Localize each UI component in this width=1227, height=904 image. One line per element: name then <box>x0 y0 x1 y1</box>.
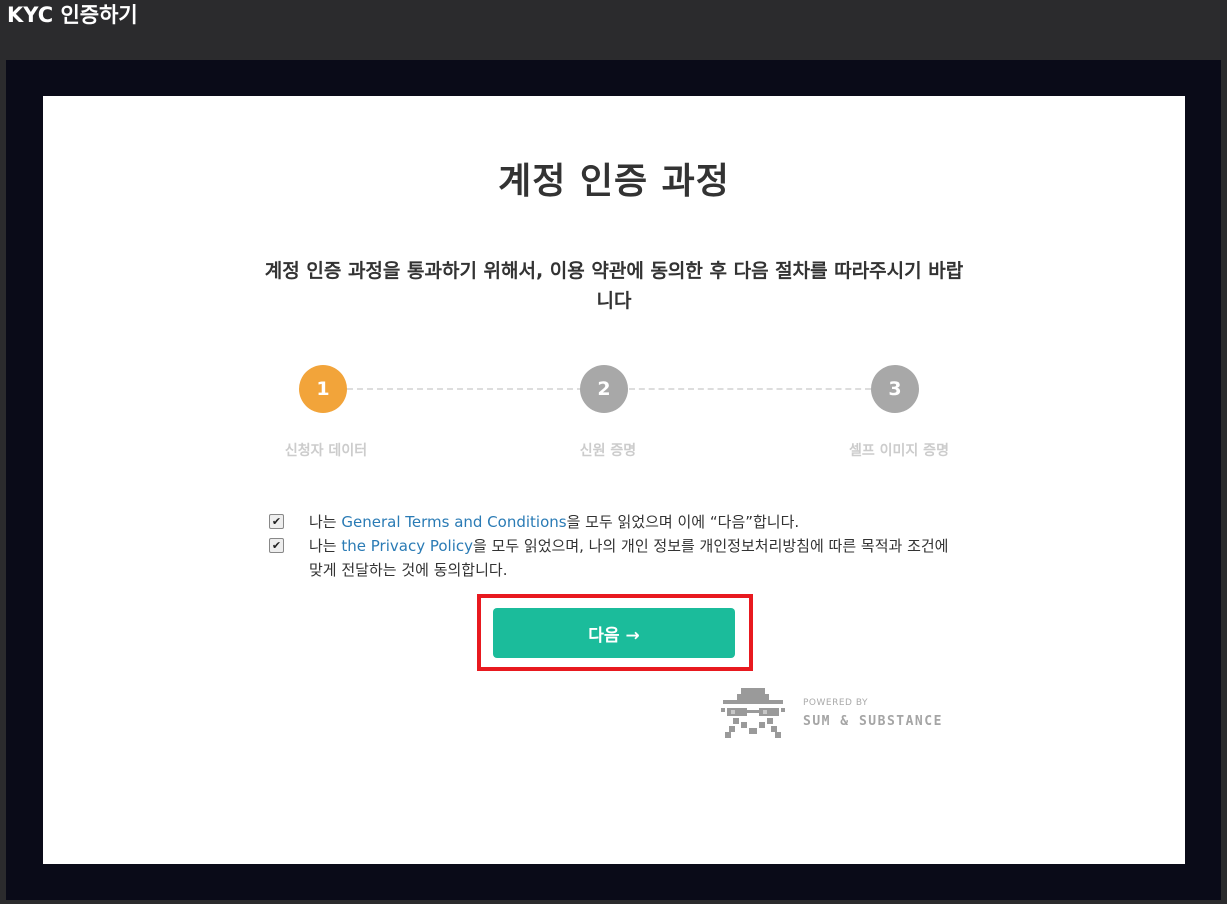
terms-prefix: 나는 <box>309 513 342 531</box>
window-title: KYC 인증하기 <box>7 3 138 27</box>
privacy-checkbox[interactable]: ✔ <box>269 538 284 553</box>
terms-link[interactable]: General Terms and Conditions <box>341 513 566 531</box>
kyc-card: 계정 인증 과정 계정 인증 과정을 통과하기 위해서, 이용 약관에 동의한 … <box>43 96 1185 864</box>
kyc-frame: 계정 인증 과정 계정 인증 과정을 통과하기 위해서, 이용 약관에 동의한 … <box>6 60 1221 900</box>
terms-suffix: 을 모두 읽었으며 이에 “다음”합니다. <box>566 513 800 531</box>
privacy-prefix: 나는 <box>309 537 342 555</box>
powered-by-brand: SUM & SUBSTANCE <box>803 714 943 729</box>
powered-by: POWERED BY SUM & SUBSTANCE <box>715 684 955 744</box>
terms-agreement: ✔ 나는 General Terms and Conditions을 모두 읽었… <box>269 510 959 534</box>
step-2-circle: 2 <box>580 365 628 413</box>
privacy-agreement: ✔ 나는 the Privacy Policy을 모두 읽었으며, 나의 개인 … <box>269 534 959 582</box>
step-connector <box>347 388 583 390</box>
powered-by-label: POWERED BY <box>803 698 869 708</box>
next-button[interactable]: 다음 → <box>493 608 735 658</box>
step-3-label: 셀프 이미지 증명 <box>849 443 949 459</box>
step-connector <box>629 388 871 390</box>
title-bar: KYC 인증하기 <box>0 0 1227 60</box>
agreement-section: ✔ 나는 General Terms and Conditions을 모두 읽었… <box>269 510 959 582</box>
step-1-circle: 1 <box>299 365 347 413</box>
sumsub-spy-logo-icon <box>721 688 785 738</box>
privacy-link[interactable]: the Privacy Policy <box>341 537 473 555</box>
step-3-circle: 3 <box>871 365 919 413</box>
step-indicator: 1 2 3 신청자 데이터 신원 증명 셀프 이미지 증명 <box>43 96 1185 864</box>
terms-checkbox[interactable]: ✔ <box>269 514 284 529</box>
step-1-label: 신청자 데이터 <box>284 443 368 459</box>
step-2-label: 신원 증명 <box>579 443 637 459</box>
